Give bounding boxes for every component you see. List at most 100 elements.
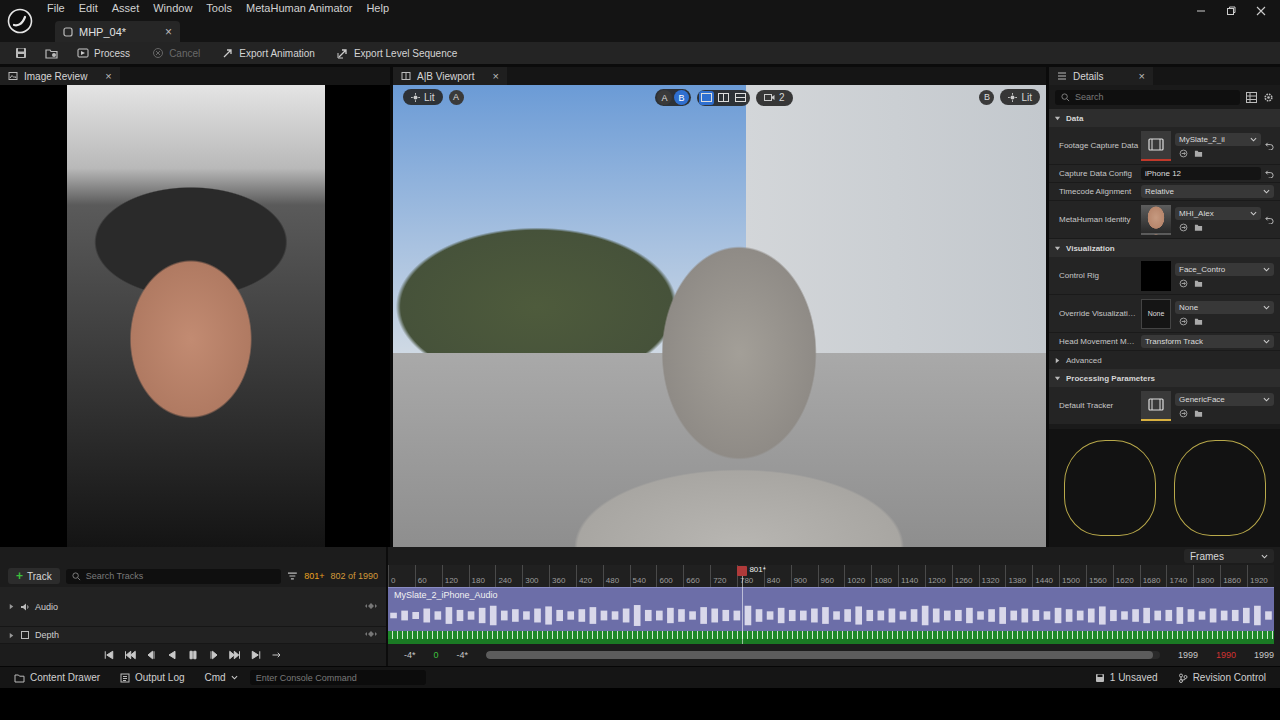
toolbar-button[interactable]: Export Level Sequence	[328, 47, 466, 59]
layout-icon[interactable]	[699, 91, 714, 105]
play-reverse-icon[interactable]	[166, 649, 178, 661]
range-value[interactable]: 1990	[1216, 650, 1236, 660]
section-header[interactable]: Advanced	[1049, 351, 1280, 369]
asset-dropdown[interactable]: Face_Contro	[1175, 263, 1274, 276]
track-row[interactable]: Depth	[0, 627, 386, 644]
dropdown[interactable]: Relative	[1141, 185, 1274, 198]
status-button[interactable]: Cmd	[197, 672, 246, 683]
track-search[interactable]: Search Tracks	[66, 569, 282, 584]
revision-control[interactable]: Revision Control	[1170, 672, 1274, 683]
document-tab[interactable]: MHP_04*×	[55, 21, 180, 42]
close-button[interactable]: ×	[1127, 70, 1145, 82]
close-window-icon[interactable]	[1246, 0, 1276, 22]
current-frame[interactable]: 801+	[304, 571, 324, 581]
status-button[interactable]: Content Drawer	[6, 672, 108, 683]
jump-start-icon[interactable]	[103, 649, 115, 661]
timeline-scrollbar[interactable]	[486, 651, 1160, 659]
asset-dropdown[interactable]: MySlate_2_il	[1175, 133, 1261, 146]
toolbar-button[interactable]: Export Animation	[213, 47, 324, 59]
view-b-badge[interactable]: B	[979, 90, 994, 105]
range-value[interactable]: 0	[434, 650, 439, 660]
step-back-icon[interactable]	[145, 649, 157, 661]
section-header[interactable]: Visualization	[1049, 239, 1280, 257]
range-value[interactable]: -4*	[404, 650, 416, 660]
menu-item[interactable]: File	[40, 2, 72, 14]
time-ruler[interactable]: 0601201802403003604204805406006607207808…	[388, 565, 1274, 587]
expand-arrow-icon[interactable]	[8, 603, 15, 610]
filter-icon[interactable]	[287, 571, 298, 581]
console-input[interactable]: Enter Console Command	[250, 670, 426, 685]
picker-face[interactable]	[1064, 440, 1156, 536]
browse-folder-icon[interactable]	[1194, 279, 1203, 288]
menu-item[interactable]: Tools	[199, 2, 239, 14]
settings-gear-icon[interactable]	[1263, 92, 1274, 103]
use-selected-icon[interactable]	[1179, 409, 1188, 418]
use-selected-icon[interactable]	[1179, 223, 1188, 232]
menu-item[interactable]: Window	[146, 2, 199, 14]
close-button[interactable]: ×	[93, 70, 111, 82]
dropdown[interactable]: Transform Track	[1141, 335, 1274, 348]
pause-icon[interactable]	[187, 649, 199, 661]
asset-thumbnail[interactable]	[1141, 391, 1171, 421]
use-selected-icon[interactable]	[1179, 317, 1188, 326]
range-value[interactable]: 1999	[1178, 650, 1198, 660]
audio-clip[interactable]: MySlate_2_iPhone_Audio	[388, 587, 1274, 631]
reset-arrow-icon[interactable]	[1265, 141, 1274, 150]
restore-icon[interactable]	[1216, 0, 1246, 22]
keyframe-nav-icon[interactable]	[364, 630, 378, 638]
minimize-icon[interactable]	[1186, 0, 1216, 22]
depth-track-strip[interactable]	[388, 631, 1274, 639]
range-value[interactable]: -4*	[457, 650, 469, 660]
details-search[interactable]: Search	[1055, 90, 1240, 105]
range-value[interactable]: 1999	[1254, 650, 1274, 660]
viewport-render[interactable]	[393, 85, 1046, 547]
browse-folder-icon[interactable]	[1194, 149, 1203, 158]
expand-arrow-icon[interactable]	[8, 632, 15, 639]
browse-icon[interactable]	[38, 47, 64, 59]
panel-tab[interactable]: Details×	[1049, 67, 1153, 85]
unsaved-indicator[interactable]: 1 Unsaved	[1087, 672, 1166, 683]
text-field[interactable]: iPhone 12	[1141, 167, 1261, 180]
layout-icon[interactable]	[733, 91, 748, 105]
status-button[interactable]: Output Log	[112, 672, 192, 683]
depth-track-lane[interactable]	[388, 639, 1274, 644]
asset-dropdown[interactable]: None	[1175, 301, 1274, 314]
ab-toggle-button[interactable]: B	[674, 90, 689, 105]
lighting-button[interactable]: Lit	[1000, 89, 1040, 105]
asset-thumbnail[interactable]	[1141, 261, 1171, 291]
asset-thumbnail[interactable]	[1141, 205, 1171, 235]
previous-key-icon[interactable]	[124, 649, 136, 661]
menu-item[interactable]: Help	[359, 2, 396, 14]
menu-item[interactable]: Edit	[72, 2, 105, 14]
menu-item[interactable]: MetaHuman Animator	[239, 2, 359, 14]
panel-tab[interactable]: A|B Viewport×	[393, 67, 507, 85]
lighting-button[interactable]: Lit	[403, 89, 443, 105]
camera-count[interactable]: 2	[756, 90, 793, 106]
section-header[interactable]: Data	[1049, 109, 1280, 127]
save-icon[interactable]	[8, 47, 34, 59]
use-selected-icon[interactable]	[1179, 149, 1188, 158]
menu-item[interactable]: Asset	[105, 2, 147, 14]
loop-arrow-icon[interactable]	[271, 649, 283, 661]
browse-folder-icon[interactable]	[1194, 223, 1203, 232]
view-a-badge[interactable]: A	[449, 90, 464, 105]
reset-arrow-icon[interactable]	[1265, 169, 1274, 178]
section-header[interactable]: Processing Parameters	[1049, 369, 1280, 387]
time-units-dropdown[interactable]: Frames	[1184, 549, 1274, 563]
next-key-icon[interactable]	[229, 649, 241, 661]
panel-tab[interactable]: Image Review×	[0, 67, 120, 85]
asset-dropdown[interactable]: GenericFace	[1175, 393, 1274, 406]
jump-end-icon[interactable]	[250, 649, 262, 661]
unreal-logo-icon[interactable]	[0, 0, 40, 42]
control-rig-picker[interactable]	[1049, 429, 1280, 547]
reset-arrow-icon[interactable]	[1265, 215, 1274, 224]
keyframe-nav-icon[interactable]	[364, 602, 378, 610]
layout-icon[interactable]	[716, 91, 731, 105]
asset-thumbnail[interactable]: None	[1141, 299, 1171, 329]
asset-dropdown[interactable]: MHI_Alex	[1175, 207, 1261, 220]
step-forward-icon[interactable]	[208, 649, 220, 661]
use-selected-icon[interactable]	[1179, 279, 1188, 288]
browse-folder-icon[interactable]	[1194, 317, 1203, 326]
add-track-button[interactable]: +Track	[8, 568, 60, 584]
tab-close-button[interactable]: ×	[165, 25, 172, 39]
